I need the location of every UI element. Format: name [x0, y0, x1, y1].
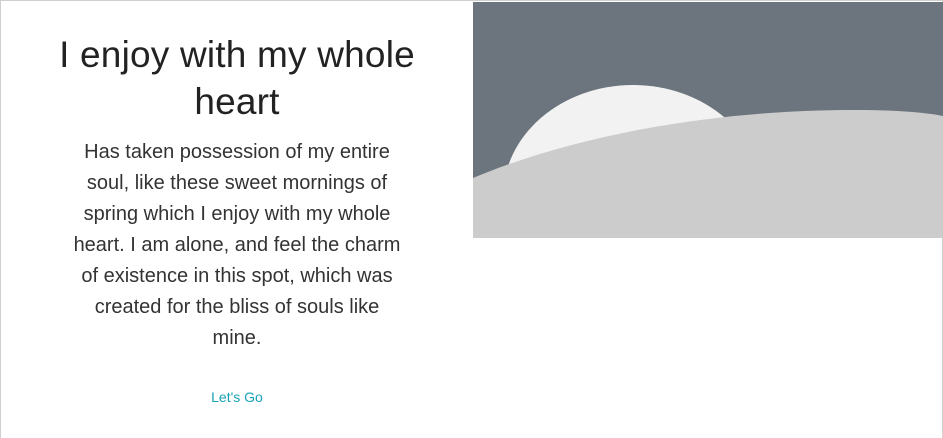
- lets-go-link[interactable]: Let's Go: [187, 387, 287, 407]
- page-frame: I enjoy with my whole heart Has taken po…: [0, 0, 943, 438]
- hero-body-text: Has taken possession of my entire soul, …: [73, 141, 401, 349]
- hero-image: [473, 2, 943, 238]
- hero-text-section: I enjoy with my whole heart Has taken po…: [1, 1, 473, 438]
- placeholder-landscape-icon: [473, 2, 943, 238]
- hero-title: I enjoy with my whole heart: [59, 34, 415, 122]
